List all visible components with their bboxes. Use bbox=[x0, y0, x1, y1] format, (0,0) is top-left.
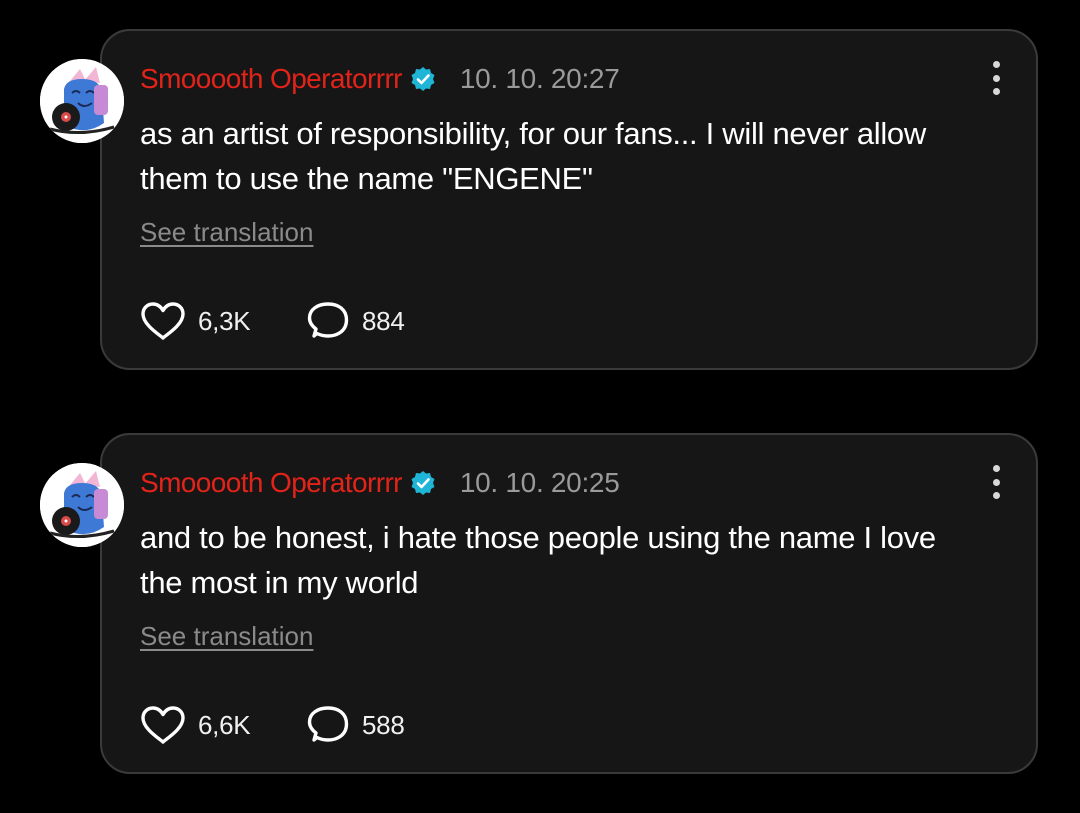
speech-bubble-icon bbox=[307, 706, 349, 742]
verified-badge-icon bbox=[410, 470, 436, 496]
timestamp: 10. 10. 20:27 bbox=[459, 63, 620, 94]
post-card[interactable]: Smooooth Operatorrrr 10. 10. 20:27 as an… bbox=[40, 29, 1038, 370]
avatar[interactable] bbox=[40, 463, 124, 547]
post-actions: 6,3K 884 bbox=[140, 299, 405, 343]
reply-button[interactable]: 588 bbox=[306, 705, 405, 745]
timestamp: 10. 10. 20:25 bbox=[459, 467, 620, 498]
username[interactable]: Smooooth Operatorrrr bbox=[140, 63, 402, 95]
speech-bubble-icon bbox=[307, 302, 349, 338]
like-button[interactable]: 6,3K bbox=[140, 301, 306, 341]
post-text: as an artist of responsibility, for our … bbox=[140, 116, 926, 196]
more-vertical-icon bbox=[992, 61, 1000, 68]
username[interactable]: Smooooth Operatorrrr bbox=[140, 467, 402, 499]
post-header: Smooooth Operatorrrr 10. 10. 20:25 bbox=[140, 465, 620, 501]
post-actions: 6,6K 588 bbox=[140, 703, 405, 747]
see-translation-link[interactable]: See translation bbox=[140, 621, 313, 652]
see-translation-link[interactable]: See translation bbox=[140, 217, 313, 248]
more-options-button[interactable] bbox=[988, 61, 1004, 95]
like-count: 6,3K bbox=[198, 305, 251, 336]
reply-count: 884 bbox=[362, 305, 405, 336]
post-header: Smooooth Operatorrrr 10. 10. 20:27 bbox=[140, 61, 620, 97]
like-button[interactable]: 6,6K bbox=[140, 705, 306, 745]
heart-icon bbox=[141, 302, 185, 340]
reply-button[interactable]: 884 bbox=[306, 301, 405, 341]
reply-count: 588 bbox=[362, 709, 405, 740]
post-text: and to be honest, i hate those people us… bbox=[140, 520, 936, 600]
verified-badge-icon bbox=[410, 66, 436, 92]
post-card[interactable]: Smooooth Operatorrrr 10. 10. 20:25 and t… bbox=[40, 433, 1038, 774]
heart-icon bbox=[141, 706, 185, 744]
avatar[interactable] bbox=[40, 59, 124, 143]
more-vertical-icon bbox=[992, 465, 1000, 472]
like-count: 6,6K bbox=[198, 709, 251, 740]
more-options-button[interactable] bbox=[988, 465, 1004, 499]
